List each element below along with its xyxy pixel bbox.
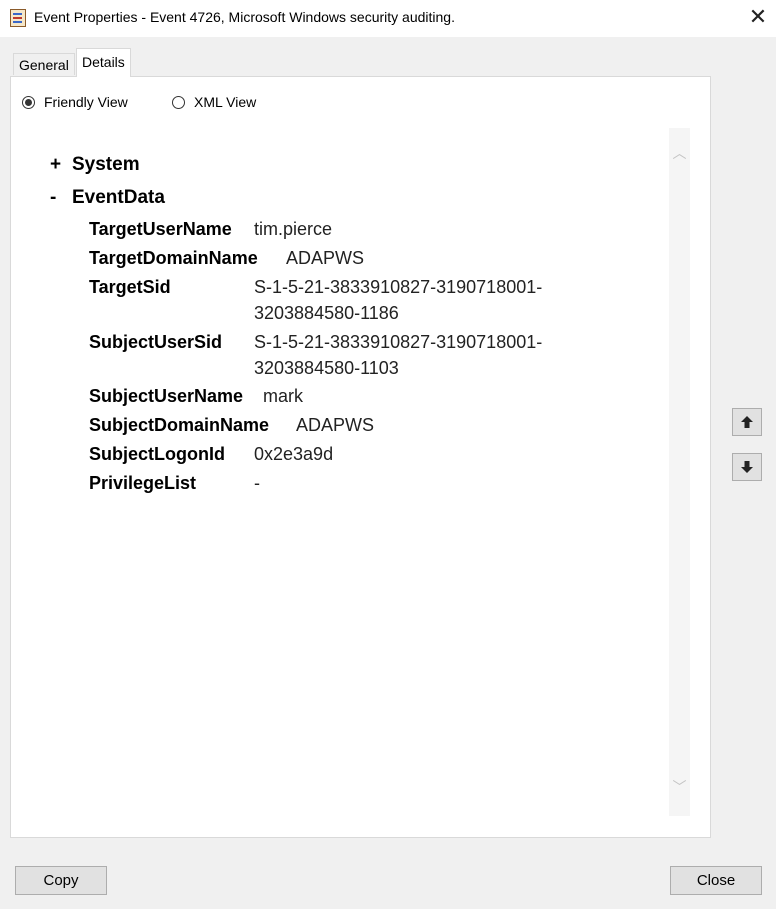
field-value: 0x2e3a9d [254,444,334,464]
tree-node-label: System [72,154,140,175]
field-value: tim.pierce [254,219,333,239]
window-title: Event Properties - Event 4726, Microsoft… [34,9,455,25]
field-key: TargetSid [89,277,171,297]
field-value: ADAPWS [296,415,375,435]
field-value: mark [263,386,303,406]
next-event-button[interactable] [732,453,762,481]
field-value: - [254,473,260,493]
field-value: S-1-5-21-3833910827-3190718001- [254,332,543,352]
event-viewer-icon [10,9,26,27]
close-window-button[interactable]: ✕ [744,4,772,32]
field-key: SubjectUserSid [89,332,223,352]
copy-button[interactable]: Copy [15,866,107,895]
friendly-view-radio[interactable]: Friendly View [22,92,128,112]
tab-details[interactable]: Details [76,48,131,77]
field-value-continued: 3203884580-1186 [254,303,399,323]
arrow-down-icon [741,461,753,473]
collapse-icon[interactable]: - [50,187,72,209]
field-key: PrivilegeList [89,473,197,493]
tree-node-system[interactable]: + System [50,154,140,176]
xml-view-radio[interactable]: XML View [172,92,256,112]
field-key: TargetDomainName [89,248,258,268]
field-value-continued: 3203884580-1103 [254,358,399,378]
title-bar: Event Properties - Event 4726, Microsoft… [0,0,776,37]
friendly-view-label: Friendly View [44,94,128,110]
field-key: SubjectUserName [89,386,244,406]
tree-node-eventdata[interactable]: - EventData [50,187,165,209]
scroll-down-icon[interactable]: ﹀ [669,778,690,798]
radio-selected-indicator[interactable] [22,95,35,109]
field-value: ADAPWS [286,248,365,268]
xml-view-label: XML View [194,94,257,110]
expand-icon[interactable]: + [50,154,72,176]
field-value: S-1-5-21-3833910827-3190718001- [254,277,543,297]
arrow-up-icon [741,416,753,428]
field-key: SubjectLogonId [89,444,225,464]
close-button[interactable]: Close [670,866,762,895]
field-key: SubjectDomainName [89,415,270,435]
radio-unselected-indicator[interactable] [172,95,185,109]
scroll-up-icon[interactable]: ︿ [669,144,690,164]
previous-event-button[interactable] [732,408,762,436]
tree-node-label: EventData [72,187,165,208]
vertical-scrollbar[interactable]: ︿ ﹀ [669,128,690,816]
tab-general[interactable]: General [13,53,75,75]
field-key: TargetUserName [89,219,232,239]
